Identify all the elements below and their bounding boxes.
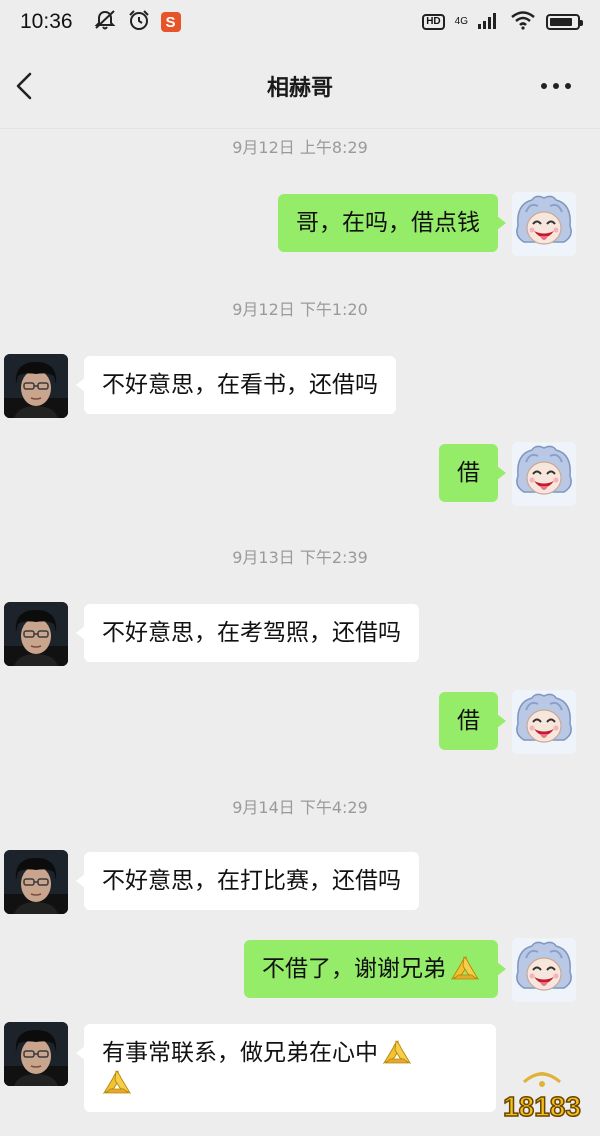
network-type: 4G bbox=[454, 16, 468, 27]
my-avatar[interactable] bbox=[512, 442, 576, 506]
message-text: 不借了，谢谢兄弟 bbox=[262, 956, 446, 982]
app-notification-icon: S bbox=[160, 12, 181, 32]
my-avatar[interactable] bbox=[512, 690, 576, 754]
incoming-message-bubble[interactable]: 不好意思，在看书，还借吗 bbox=[76, 356, 396, 414]
chat-header: 相赫哥 bbox=[0, 44, 600, 129]
incoming-message-bubble[interactable]: 不好意思，在打比赛，还借吗 bbox=[76, 852, 419, 910]
contact-avatar[interactable] bbox=[4, 1022, 68, 1086]
incoming-message-bubble[interactable]: 不好意思，在考驾照，还借吗 bbox=[76, 604, 419, 662]
timestamp: 9月13日 下午2:39 bbox=[232, 548, 368, 567]
folded-hands-emoji-icon bbox=[382, 1038, 412, 1064]
status-time: 10:36 bbox=[20, 10, 73, 33]
notifications-muted-icon bbox=[93, 9, 117, 36]
chat-title: 相赫哥 bbox=[266, 76, 333, 101]
battery-level bbox=[550, 18, 573, 26]
more-options-button[interactable] bbox=[536, 74, 576, 98]
site-watermark: 18183 bbox=[494, 1062, 590, 1126]
folded-hands-emoji-icon bbox=[102, 1068, 132, 1094]
more-dots-icon bbox=[541, 83, 571, 89]
folded-hands-emoji-icon bbox=[450, 954, 480, 980]
chevron-left-icon bbox=[16, 72, 32, 100]
contact-avatar[interactable] bbox=[4, 354, 68, 418]
back-button[interactable] bbox=[8, 66, 44, 106]
contact-avatar[interactable] bbox=[4, 850, 68, 914]
timestamp: 9月14日 下午4:29 bbox=[232, 798, 368, 817]
message-list[interactable]: 9月12日 上午8:29 哥，在吗，借点钱 9月12日 下午1:20 不好意思，… bbox=[0, 128, 600, 1136]
watermark-text: 18183 bbox=[503, 1091, 581, 1122]
network-label: 4G bbox=[455, 17, 468, 27]
outgoing-message-bubble[interactable]: 哥，在吗，借点钱 bbox=[278, 194, 506, 252]
hd-badge: HD bbox=[422, 14, 445, 30]
watermark-logo: 18183 bbox=[502, 1072, 582, 1123]
timestamp: 9月12日 下午1:20 bbox=[232, 300, 368, 319]
signal-icon bbox=[478, 11, 500, 34]
alarm-clock-icon bbox=[127, 9, 151, 36]
status-bar: 10:36 S HD 4G bbox=[0, 0, 600, 44]
battery-icon bbox=[546, 14, 583, 30]
my-avatar[interactable] bbox=[512, 938, 576, 1002]
message-text: 有事常联系，做兄弟在心中 bbox=[102, 1040, 378, 1066]
status-right: HD 4G bbox=[422, 10, 583, 35]
timestamp: 9月12日 上午8:29 bbox=[232, 138, 368, 157]
outgoing-message-bubble[interactable]: 借 bbox=[439, 692, 506, 750]
outgoing-message-bubble[interactable]: 借 bbox=[439, 444, 506, 502]
wifi-icon bbox=[510, 10, 536, 35]
contact-avatar[interactable] bbox=[4, 602, 68, 666]
incoming-message-bubble[interactable]: 有事常联系，做兄弟在心中 bbox=[76, 1024, 496, 1112]
status-left: 10:36 S bbox=[20, 9, 181, 36]
outgoing-message-bubble[interactable]: 不借了，谢谢兄弟 bbox=[244, 940, 506, 998]
my-avatar[interactable] bbox=[512, 192, 576, 256]
